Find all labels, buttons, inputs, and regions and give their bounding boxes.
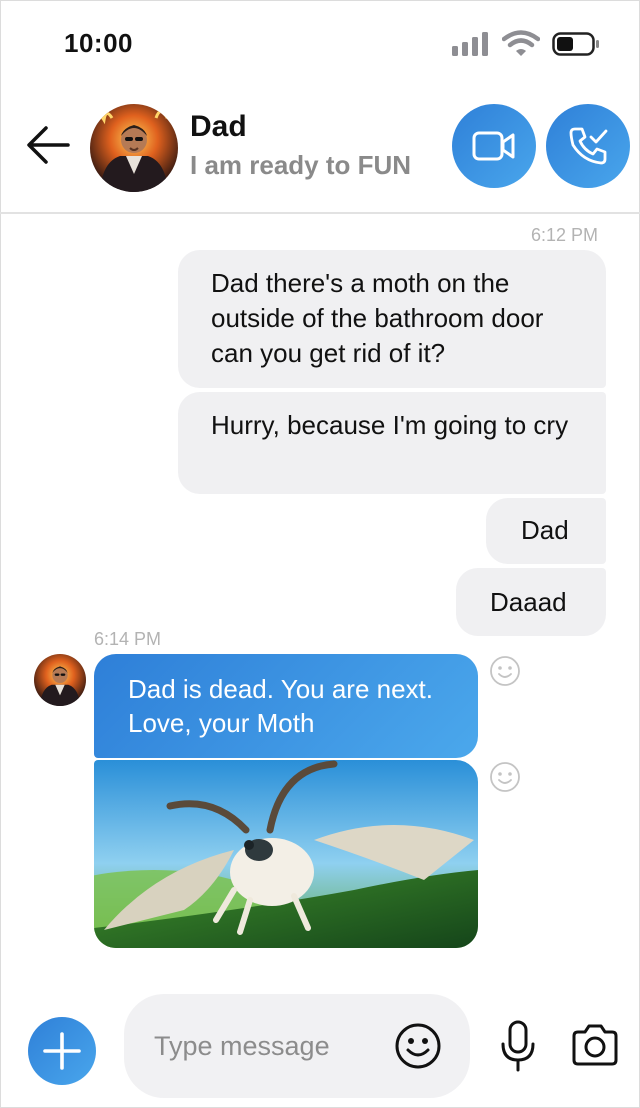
video-camera-icon bbox=[472, 131, 515, 161]
outgoing-message[interactable]: Daaad bbox=[456, 568, 606, 636]
smiley-icon[interactable] bbox=[394, 1022, 442, 1070]
video-call-button[interactable] bbox=[452, 104, 536, 188]
wifi-icon bbox=[502, 30, 540, 56]
outgoing-message[interactable]: Dad there's a moth on the outside of the… bbox=[178, 250, 606, 388]
contact-status: I am ready to FUN bbox=[190, 150, 412, 180]
signal-icon bbox=[452, 32, 488, 56]
outgoing-message[interactable]: Dad bbox=[486, 498, 606, 564]
voice-call-button[interactable] bbox=[546, 104, 630, 188]
contact-name: Dad bbox=[190, 110, 247, 143]
battery-icon bbox=[552, 32, 599, 56]
microphone-icon[interactable] bbox=[498, 1020, 538, 1072]
back-arrow-icon[interactable] bbox=[24, 122, 72, 168]
status-time: 10:00 bbox=[64, 28, 133, 58]
outgoing-message[interactable]: Hurry, because I'm going to cry bbox=[178, 392, 606, 494]
chat-header: Dad I am ready to FUN bbox=[0, 96, 640, 214]
incoming-photo-moth[interactable] bbox=[94, 760, 478, 948]
add-attachment-button[interactable] bbox=[28, 1017, 96, 1085]
camera-icon[interactable] bbox=[570, 1022, 620, 1068]
phone-call-icon bbox=[569, 127, 608, 165]
smiley-icon[interactable] bbox=[489, 761, 521, 793]
timestamp: 6:12 PM bbox=[531, 225, 599, 245]
sender-avatar[interactable] bbox=[34, 654, 86, 706]
timestamp: 6:14 PM bbox=[94, 629, 162, 649]
contact-avatar[interactable] bbox=[90, 104, 178, 192]
smiley-icon[interactable] bbox=[489, 655, 521, 687]
message-composer bbox=[124, 994, 470, 1098]
message-input[interactable] bbox=[154, 1024, 374, 1068]
plus-icon bbox=[43, 1032, 81, 1070]
incoming-message[interactable]: Dad is dead. You are next. Love, your Mo… bbox=[94, 654, 478, 758]
